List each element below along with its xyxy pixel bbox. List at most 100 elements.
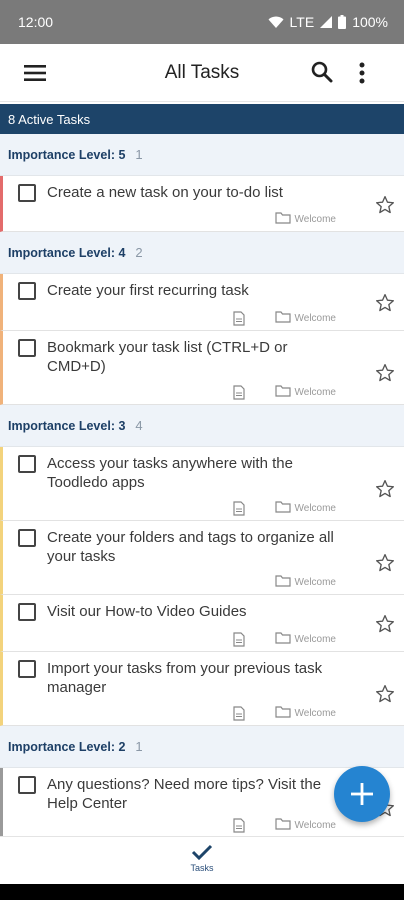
group-count: 1 xyxy=(135,739,143,754)
task-row[interactable]: Visit our How-to Video Guides Welcome xyxy=(0,595,404,652)
task-title: Access your tasks anywhere with the Tood… xyxy=(47,455,293,491)
group-header[interactable]: Importance Level: 5 1 xyxy=(0,134,404,176)
star-icon xyxy=(376,480,394,498)
system-nav-bar xyxy=(0,884,404,900)
folder-label: Welcome xyxy=(294,820,337,831)
task-checkbox[interactable] xyxy=(18,282,36,300)
task-meta: Welcome xyxy=(232,501,337,516)
search-icon xyxy=(311,61,333,83)
star-button[interactable] xyxy=(374,292,396,314)
battery-icon xyxy=(338,15,347,29)
folder-icon xyxy=(274,706,291,721)
folder-icon xyxy=(274,818,291,833)
group-count: 2 xyxy=(135,245,143,260)
task-folder[interactable]: Welcome xyxy=(274,385,337,400)
task-folder[interactable]: Welcome xyxy=(274,501,337,516)
checkmark-icon xyxy=(191,844,213,861)
group-header[interactable]: Importance Level: 3 4 xyxy=(0,405,404,447)
battery-level: 100% xyxy=(352,14,388,30)
task-row[interactable]: Create your folders and tags to organize… xyxy=(0,521,404,595)
task-row[interactable]: Bookmark your task list (CTRL+D or CMD+D… xyxy=(0,331,404,405)
group-label: Importance Level: 2 xyxy=(8,739,126,754)
task-row[interactable]: Create your first recurring task Welcome xyxy=(0,274,404,331)
task-meta: Welcome xyxy=(274,212,336,227)
status-time: 12:00 xyxy=(18,14,54,30)
task-row[interactable]: Create a new task on your to-do list Welc… xyxy=(0,176,404,232)
star-button[interactable] xyxy=(374,362,396,384)
task-title: Import your tasks from your previous tas… xyxy=(47,660,323,696)
note-icon[interactable] xyxy=(232,818,245,833)
plus-icon xyxy=(351,783,373,805)
task-folder[interactable]: Welcome xyxy=(274,212,336,227)
add-task-button[interactable] xyxy=(334,766,390,822)
task-checkbox[interactable] xyxy=(18,455,36,473)
status-bar: 12:00 LTE 100% xyxy=(0,0,404,44)
task-checkbox[interactable] xyxy=(18,339,36,357)
star-icon xyxy=(376,196,394,214)
star-button[interactable] xyxy=(374,552,396,574)
task-meta: Welcome xyxy=(232,632,337,647)
star-button[interactable] xyxy=(374,613,396,635)
task-meta: Welcome xyxy=(232,818,337,833)
task-row[interactable]: Access your tasks anywhere with the Tood… xyxy=(0,447,404,521)
task-meta: Welcome xyxy=(232,311,336,326)
task-folder[interactable]: Welcome xyxy=(274,311,336,326)
folder-icon xyxy=(274,311,291,326)
task-folder[interactable]: Welcome xyxy=(274,818,337,833)
task-checkbox[interactable] xyxy=(18,184,36,202)
active-tasks-bar: 8 Active Tasks xyxy=(0,104,404,134)
more-vert-icon xyxy=(359,62,365,84)
group-count: 1 xyxy=(135,147,143,162)
task-checkbox[interactable] xyxy=(18,776,36,794)
task-title: Create your first recurring task xyxy=(47,282,249,299)
folder-icon xyxy=(274,501,291,516)
star-button[interactable] xyxy=(374,683,396,705)
task-folder[interactable]: Welcome xyxy=(274,575,337,590)
star-icon xyxy=(376,554,394,572)
folder-label: Welcome xyxy=(294,708,337,719)
task-folder[interactable]: Welcome xyxy=(274,632,337,647)
folder-label: Welcome xyxy=(294,634,337,645)
star-icon xyxy=(376,615,394,633)
task-title: Visit our How-to Video Guides xyxy=(47,603,247,620)
network-type: LTE xyxy=(289,14,315,30)
task-folder[interactable]: Welcome xyxy=(274,706,337,721)
folder-label: Welcome xyxy=(294,387,337,398)
app-bar: All Tasks xyxy=(0,44,404,102)
task-title: Create your folders and tags to organize… xyxy=(47,529,334,565)
bottom-nav: Tasks xyxy=(0,836,404,884)
group-header[interactable]: Importance Level: 2 1 xyxy=(0,726,404,768)
task-checkbox[interactable] xyxy=(18,603,36,621)
task-checkbox[interactable] xyxy=(18,529,36,547)
task-meta: Welcome xyxy=(232,706,337,721)
task-meta: Welcome xyxy=(232,385,337,400)
wifi-icon xyxy=(268,16,284,29)
task-list: Importance Level: 5 1 Create a new task on… xyxy=(0,134,404,838)
more-options-button[interactable] xyxy=(350,58,374,88)
folder-label: Welcome xyxy=(294,503,337,514)
star-icon xyxy=(376,294,394,312)
star-icon xyxy=(376,364,394,382)
star-button[interactable] xyxy=(374,478,396,500)
group-label: Importance Level: 5 xyxy=(8,147,126,162)
note-icon[interactable] xyxy=(232,632,245,647)
tab-tasks[interactable]: Tasks xyxy=(172,843,232,873)
task-checkbox[interactable] xyxy=(18,660,36,678)
group-header[interactable]: Importance Level: 4 2 xyxy=(0,232,404,274)
task-row[interactable]: Import your tasks from your previous tas… xyxy=(0,652,404,726)
note-icon[interactable] xyxy=(232,706,245,721)
folder-label: Welcome xyxy=(294,577,337,588)
note-icon[interactable] xyxy=(232,385,245,400)
star-button[interactable] xyxy=(374,194,396,216)
search-button[interactable] xyxy=(308,58,336,86)
note-icon[interactable] xyxy=(232,501,245,516)
active-tasks-label: 8 Active Tasks xyxy=(8,111,91,127)
note-icon[interactable] xyxy=(232,311,245,326)
folder-icon xyxy=(274,632,291,647)
signal-icon xyxy=(320,16,333,28)
task-title: Create a new task on your to-do list xyxy=(47,184,283,201)
group-count: 4 xyxy=(135,418,143,433)
star-icon xyxy=(376,685,394,703)
group-label: Importance Level: 4 xyxy=(8,245,126,260)
folder-icon xyxy=(274,575,291,590)
